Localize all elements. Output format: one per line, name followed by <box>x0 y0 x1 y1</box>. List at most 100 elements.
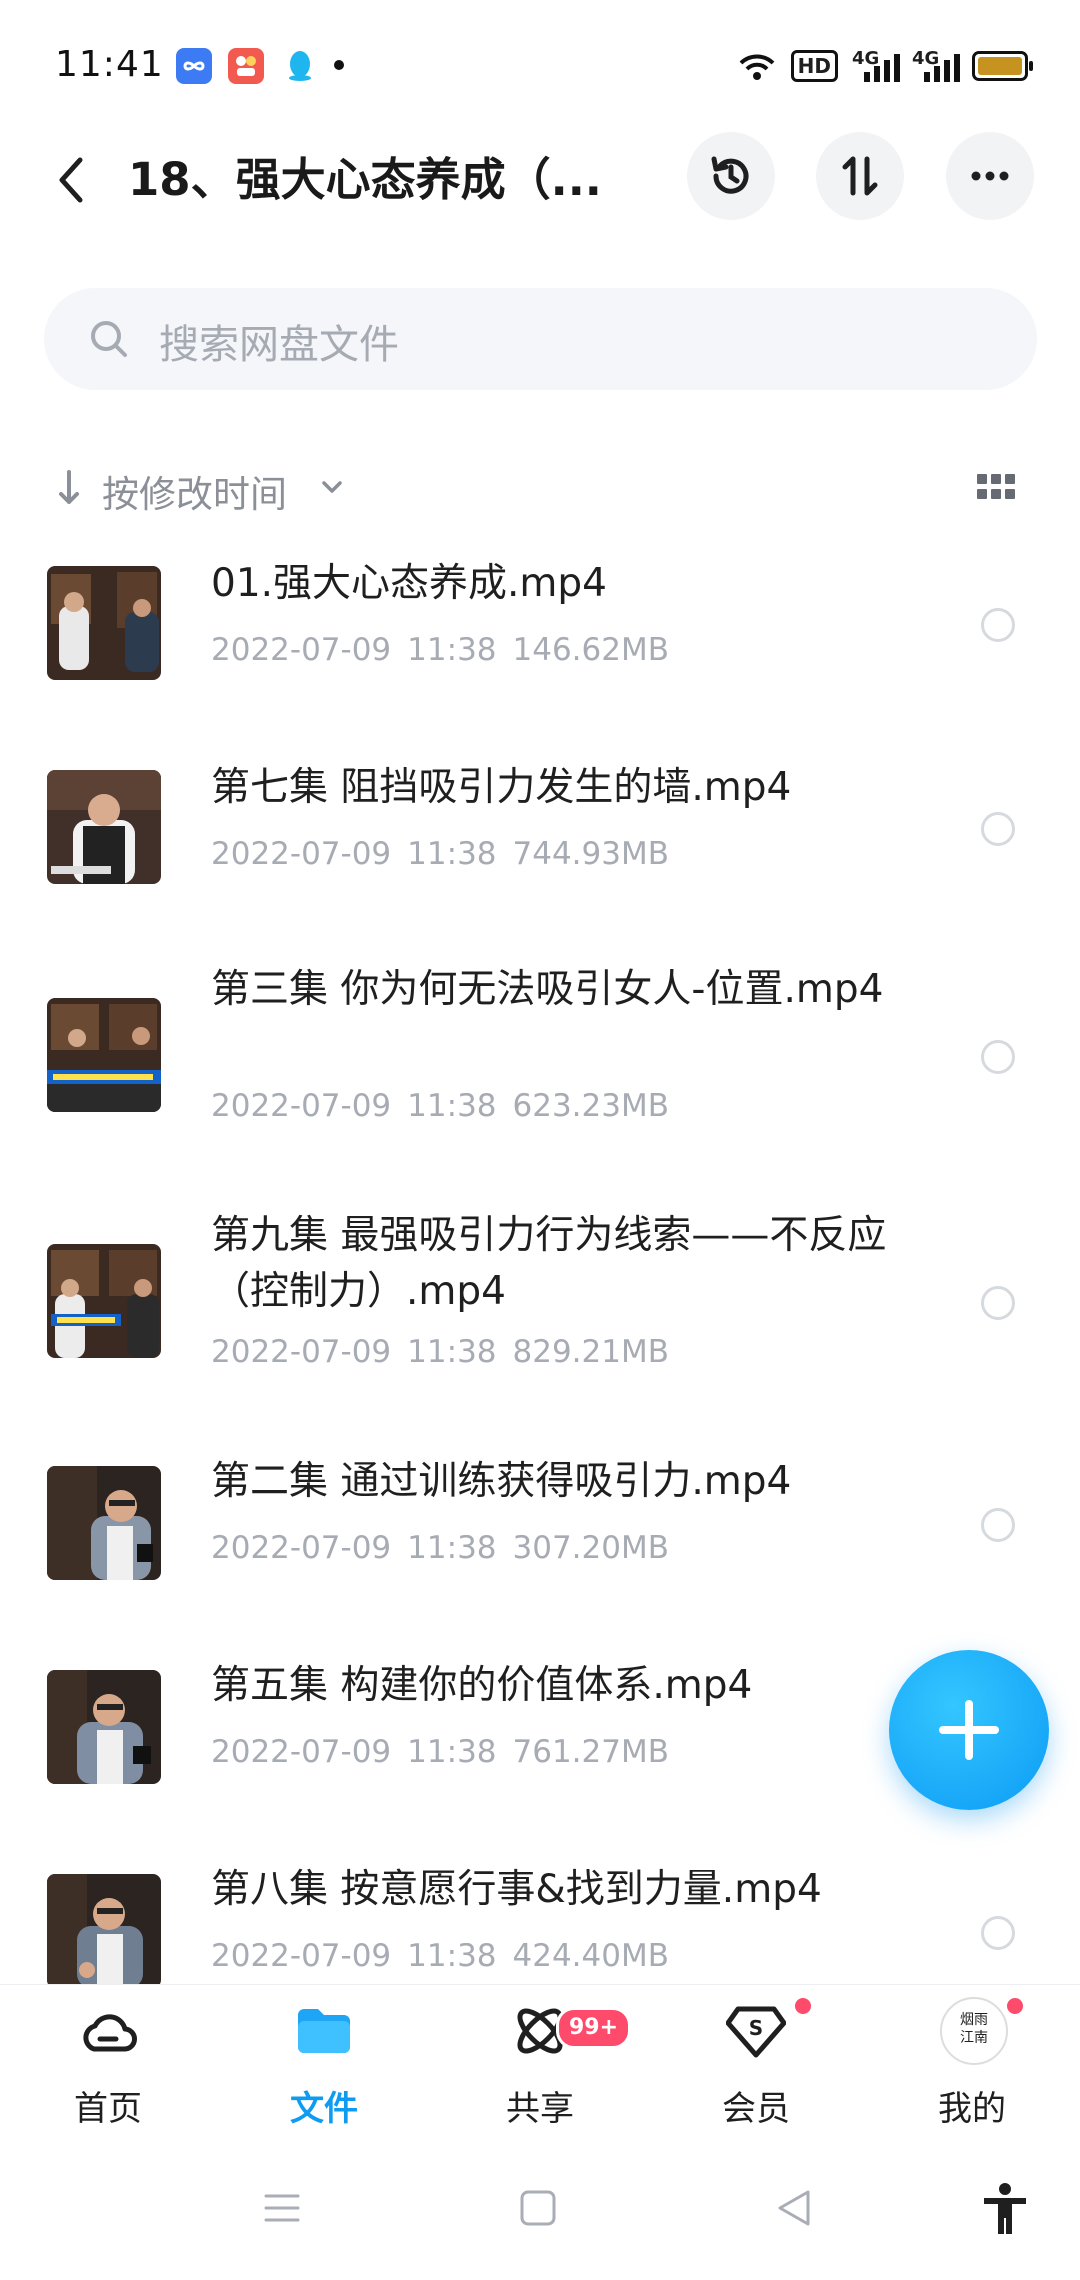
file-meta: 2022-07-09 11:38 307.20MB <box>211 1530 685 1566</box>
file-date: 2022-07-09 <box>211 836 392 872</box>
file-size: 307.20MB <box>512 1530 669 1566</box>
signal-icon: 4G <box>852 48 900 84</box>
signal-icon-2: 4G <box>912 48 960 84</box>
cloud-app-icon <box>176 48 212 84</box>
nav-mine[interactable]: 烟雨江南 我的 <box>864 1985 1080 2145</box>
file-name: 第二集 通过训练获得吸引力.mp4 <box>211 1459 792 1504</box>
select-checkbox[interactable] <box>981 608 1015 642</box>
file-meta: 2022-07-09 11:38 623.23MB <box>211 1088 685 1124</box>
folder-icon <box>298 2009 350 2053</box>
select-checkbox[interactable] <box>981 1286 1015 1320</box>
file-date: 2022-07-09 <box>211 1734 392 1770</box>
sort-dropdown[interactable]: 按修改时间 <box>40 450 360 530</box>
home-square-icon[interactable] <box>518 2188 558 2228</box>
search-input[interactable]: 搜索网盘文件 <box>44 288 1037 390</box>
video-thumbnail <box>47 1670 161 1784</box>
video-thumbnail <box>47 1466 161 1580</box>
file-time: 11:38 <box>407 1334 497 1370</box>
file-meta: 2022-07-09 11:38 424.40MB <box>211 1938 685 1974</box>
file-meta: 2022-07-09 11:38 761.27MB <box>211 1734 685 1770</box>
history-icon <box>711 156 749 194</box>
sort-updown-icon <box>842 156 878 196</box>
list-item[interactable]: 第七集 阻挡吸引力发生的墙.mp4 2022-07-09 11:38 744.93M… <box>0 756 1080 956</box>
chevron-left-icon <box>59 157 83 203</box>
file-size: 623.23MB <box>512 1088 669 1124</box>
nav-vip[interactable]: S 会员 <box>648 1985 864 2145</box>
page-title: 18、强大心态养成（... <box>128 153 602 206</box>
nav-label: 文件 <box>290 2089 358 2129</box>
select-checkbox[interactable] <box>981 812 1015 846</box>
list-item[interactable]: 01.强大心态养成.mp4 2022-07-09 11:38 146.62MB <box>0 552 1080 752</box>
sort-label: 按修改时间 <box>102 473 287 516</box>
history-button[interactable] <box>687 132 775 220</box>
video-thumbnail <box>47 998 161 1112</box>
video-thumbnail <box>47 566 161 680</box>
file-name: 第八集 按意愿行事&找到力量.mp4 <box>211 1867 822 1912</box>
avatar-text: 烟雨江南 <box>960 2012 988 2046</box>
back-triangle-icon[interactable] <box>774 2188 814 2228</box>
more-button[interactable] <box>946 132 1034 220</box>
select-checkbox[interactable] <box>981 1040 1015 1074</box>
file-time: 11:38 <box>407 1938 497 1974</box>
cloud-icon <box>83 2014 137 2052</box>
file-name: 第七集 阻挡吸引力发生的墙.mp4 <box>211 765 792 810</box>
file-size: 424.40MB <box>512 1938 669 1974</box>
nav-label: 首页 <box>74 2089 142 2129</box>
file-date: 2022-07-09 <box>211 1530 392 1566</box>
search-placeholder: 搜索网盘文件 <box>159 322 399 368</box>
file-time: 11:38 <box>407 836 497 872</box>
select-checkbox[interactable] <box>981 1916 1015 1950</box>
vip-diamond-icon: S <box>726 2006 786 2058</box>
video-thumbnail <box>47 770 161 884</box>
video-thumbnail <box>47 1244 161 1358</box>
svg-text:S: S <box>749 2016 763 2040</box>
list-item[interactable]: 第二集 通过训练获得吸引力.mp4 2022-07-09 11:38 307.20M… <box>0 1450 1080 1654</box>
file-date: 2022-07-09 <box>211 1088 392 1124</box>
file-meta: 2022-07-09 11:38 829.21MB <box>211 1334 685 1370</box>
accessibility-icon[interactable] <box>980 2182 1030 2236</box>
select-checkbox[interactable] <box>981 1508 1015 1542</box>
bottom-nav: 首页 文件 共享 99+ S 会员 烟雨江南 我的 <box>0 1984 1080 2145</box>
file-meta: 2022-07-09 11:38 744.93MB <box>211 836 685 872</box>
nav-home[interactable]: 首页 <box>0 1985 216 2145</box>
file-size: 744.93MB <box>512 836 669 872</box>
grid-view-button[interactable] <box>977 474 1017 504</box>
nav-files[interactable]: 文件 <box>216 1985 432 2145</box>
file-time: 11:38 <box>407 1530 497 1566</box>
more-icon <box>971 171 1009 181</box>
sort-button[interactable] <box>816 132 904 220</box>
nav-label: 我的 <box>938 2089 1006 2129</box>
app-header: 18、强大心态养成（... <box>0 120 1080 240</box>
list-item[interactable]: 第八集 按意愿行事&找到力量.mp4 2022-07-09 11:38 424.40… <box>0 1858 1080 1984</box>
list-item[interactable]: 第三集 你为何无法吸引女人-位置.mp4 2022-07-09 11:38 623.… <box>0 958 1080 1204</box>
avatar: 烟雨江南 <box>940 1997 1008 2065</box>
file-name: 第三集 你为何无法吸引女人-位置.mp4 <box>211 967 884 1012</box>
add-button[interactable] <box>889 1650 1049 1810</box>
status-bar: 11:41 HD 4G 4G <box>0 0 1080 120</box>
system-nav-bar <box>0 2144 1080 2280</box>
file-date: 2022-07-09 <box>211 1334 392 1370</box>
mine-red-dot <box>1004 1995 1026 2017</box>
file-size: 761.27MB <box>512 1734 669 1770</box>
video-thumbnail <box>47 1874 161 1984</box>
menu-icon[interactable] <box>262 2188 302 2228</box>
file-size: 146.62MB <box>512 632 669 668</box>
file-size: 829.21MB <box>512 1334 669 1370</box>
camera-app-icon <box>228 48 264 84</box>
arrow-down-icon <box>59 470 79 504</box>
sort-row: 按修改时间 <box>0 450 1080 530</box>
file-name: 第五集 构建你的价值体系.mp4 <box>211 1663 753 1708</box>
share-badge: 99+ <box>556 2007 632 2049</box>
wifi-icon <box>739 54 775 80</box>
list-item[interactable]: 第九集 最强吸引力行为线索——不反应（控制力）.mp4 2022-07-09 11… <box>0 1204 1080 1450</box>
file-time: 11:38 <box>407 1088 497 1124</box>
nav-label: 共享 <box>506 2089 574 2129</box>
file-date: 2022-07-09 <box>211 1938 392 1974</box>
file-time: 11:38 <box>407 632 497 668</box>
status-indicators: HD 4G 4G <box>737 46 1033 86</box>
file-name: 第九集 最强吸引力行为线索——不反应（控制力）.mp4 <box>211 1213 887 1314</box>
back-button[interactable] <box>50 152 90 208</box>
search-icon <box>91 321 127 357</box>
file-time: 11:38 <box>407 1734 497 1770</box>
hd-icon: HD <box>790 50 838 82</box>
